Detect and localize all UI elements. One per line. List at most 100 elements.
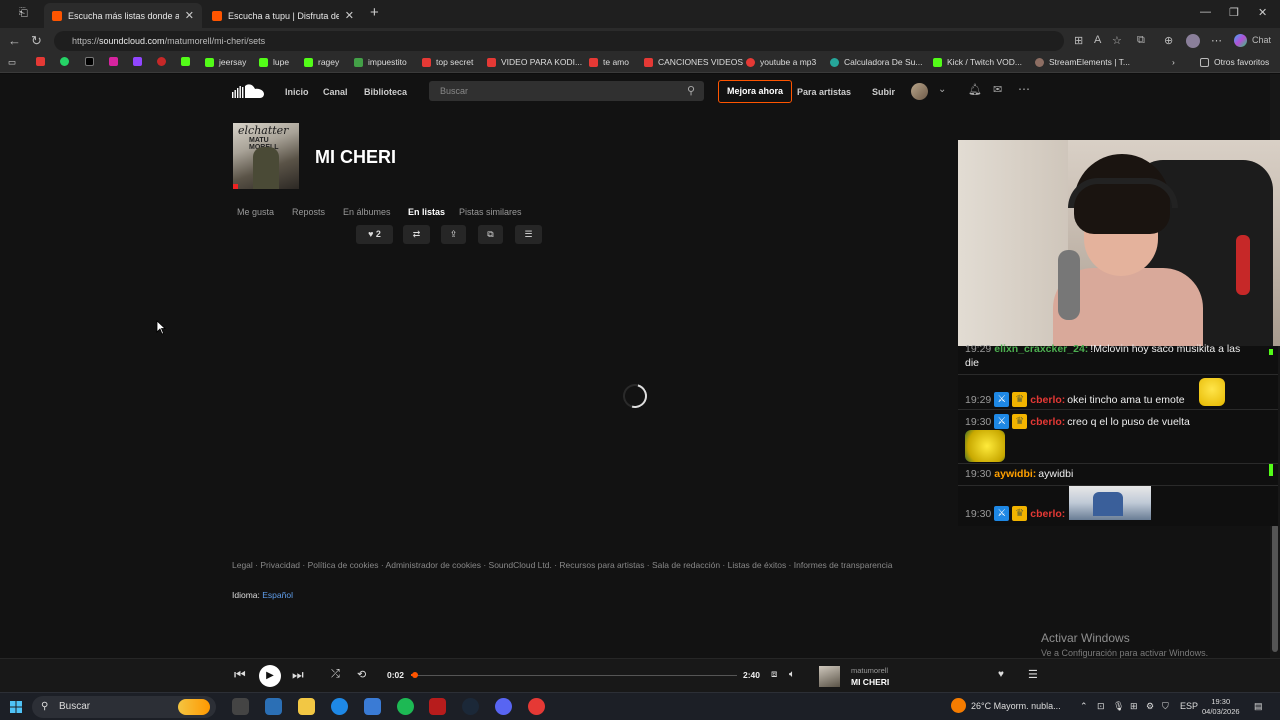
- tab-reposts[interactable]: Reposts: [292, 207, 325, 217]
- reload-icon[interactable]: ↻: [31, 33, 42, 49]
- bookmark-other-favorites[interactable]: Otros favoritos: [1200, 57, 1269, 67]
- repeat-icon[interactable]: ⟲: [357, 668, 366, 681]
- taskbar-search-box[interactable]: ⚲ Buscar: [32, 696, 216, 718]
- search-icon[interactable]: ⚲: [687, 81, 695, 101]
- shuffle-icon[interactable]: ⤮: [331, 668, 340, 681]
- nav-for-artists[interactable]: Para artistas: [797, 87, 851, 97]
- address-bar[interactable]: https://soundcloud.com/matumorell/mi-che…: [54, 31, 1064, 51]
- copilot-icon[interactable]: [1234, 34, 1247, 47]
- bookmark-sidebar-icon[interactable]: ▭: [8, 57, 16, 68]
- player-like-icon[interactable]: ♥: [998, 669, 1004, 680]
- copy-link-button[interactable]: ⧉: [478, 225, 503, 244]
- next-track-icon[interactable]: ⏭: [292, 667, 304, 683]
- notifications-bell-icon[interactable]: 🔔︎: [968, 83, 982, 96]
- bookmark-canciones-videos[interactable]: CANCIONES VIDEOS: [644, 57, 743, 67]
- repost-button[interactable]: ⇄: [403, 225, 430, 244]
- game-app-icon[interactable]: [429, 698, 446, 715]
- bookmark-calculadora[interactable]: Calculadora De Su...: [830, 57, 922, 67]
- player-artwork[interactable]: [819, 666, 840, 687]
- bookmark-youtube[interactable]: [36, 57, 50, 66]
- microphone-icon[interactable]: 🎙︎: [1113, 701, 1124, 712]
- bookmark-kick-twitch-vod[interactable]: Kick / Twitch VOD...: [933, 57, 1022, 67]
- language-value[interactable]: Español: [262, 590, 293, 600]
- user-avatar[interactable]: [911, 83, 928, 100]
- nav-library[interactable]: Biblioteca: [364, 87, 407, 97]
- weather-text[interactable]: 26°C Mayorm. nubla...: [971, 701, 1061, 711]
- previous-track-icon[interactable]: ⏮: [234, 667, 246, 683]
- tab-in-albums[interactable]: En álbumes: [343, 207, 391, 217]
- messages-mail-icon[interactable]: ✉: [993, 83, 1002, 96]
- tab-soundcloud-lists[interactable]: Escucha más listas donde aparece ✕: [44, 3, 202, 28]
- profile-avatar[interactable]: [1186, 34, 1200, 48]
- discord-icon[interactable]: [495, 698, 512, 715]
- tray-app-icon[interactable]: ⊡: [1097, 701, 1105, 712]
- tray-shield-icon[interactable]: ⛉: [1162, 701, 1169, 712]
- weather-icon[interactable]: [951, 698, 966, 713]
- player-title[interactable]: MI CHERI: [851, 677, 889, 687]
- task-view-icon[interactable]: [232, 698, 249, 715]
- close-tab-icon[interactable]: ✕: [345, 9, 354, 22]
- nav-feed[interactable]: Canal: [323, 87, 348, 97]
- bookmark-impuestito[interactable]: impuestito: [354, 57, 407, 67]
- nav-upload[interactable]: Subir: [872, 87, 895, 97]
- bookmark-whatsapp[interactable]: [60, 57, 74, 66]
- language-selector[interactable]: Idioma: Español: [232, 590, 293, 600]
- edge-app-icon[interactable]: [265, 698, 282, 715]
- file-explorer-icon[interactable]: [298, 698, 315, 715]
- bookmark-te-amo[interactable]: te amo: [589, 57, 629, 67]
- scrollbar-thumb[interactable]: [1272, 524, 1278, 652]
- collections-icon[interactable]: ⊕: [1164, 34, 1173, 47]
- bookmark-streamelements[interactable]: StreamElements | T...: [1035, 57, 1130, 67]
- tray-settings-icon[interactable]: ⚙: [1146, 701, 1154, 712]
- tab-in-playlists[interactable]: En listas: [408, 207, 445, 217]
- windows-start-icon[interactable]: [10, 701, 22, 713]
- bookmark-ragey[interactable]: ragey: [304, 57, 339, 67]
- footer-links[interactable]: Legal · Privacidad · Política de cookies…: [232, 560, 893, 570]
- bookmark-lupe[interactable]: lupe: [259, 57, 289, 67]
- tab-likes[interactable]: Me gusta: [237, 207, 274, 217]
- bookmark-youtube-mp3[interactable]: youtube a mp3: [746, 57, 816, 67]
- soundcloud-logo-icon[interactable]: [232, 83, 265, 100]
- extensions-icon[interactable]: ⧉: [1137, 34, 1145, 47]
- next-up-queue-icon[interactable]: ☰: [1028, 668, 1038, 681]
- like-button[interactable]: ♥ 2: [356, 225, 393, 244]
- track-artwork[interactable]: elchatter MATU MORELL: [233, 123, 299, 189]
- minimize-icon[interactable]: —: [1200, 6, 1211, 18]
- read-aloud-icon[interactable]: A: [1094, 34, 1101, 46]
- cast-icon[interactable]: ⧈: [771, 669, 777, 680]
- more-menu-icon[interactable]: ⋯: [1211, 34, 1222, 47]
- bookmark-twitch[interactable]: [133, 57, 147, 66]
- steam-icon[interactable]: [462, 698, 479, 715]
- share-button[interactable]: ⇪: [441, 225, 466, 244]
- favorite-star-icon[interactable]: ☆: [1112, 34, 1122, 47]
- app-available-icon[interactable]: ⊞: [1074, 34, 1083, 47]
- taskbar-clock[interactable]: 19:30 04/03/2026: [1202, 697, 1240, 717]
- close-tab-icon[interactable]: ✕: [185, 9, 194, 22]
- tray-network-app-icon[interactable]: ⊞: [1130, 701, 1138, 712]
- obs-app-icon[interactable]: [528, 698, 545, 715]
- bookmarks-overflow-icon[interactable]: ›: [1172, 57, 1175, 67]
- bookmark-pinterest[interactable]: [157, 57, 171, 66]
- bookmark-instagram[interactable]: [109, 57, 123, 66]
- play-button[interactable]: ▶: [259, 665, 281, 687]
- chat-button[interactable]: Chat: [1252, 35, 1271, 45]
- add-to-next-up-button[interactable]: ☰: [515, 225, 542, 244]
- bookmark-video-kodi[interactable]: VIDEO PARA KODI...: [487, 57, 582, 67]
- spotify-icon[interactable]: [397, 698, 414, 715]
- tray-overflow-icon[interactable]: ⌃: [1080, 701, 1088, 712]
- player-artist[interactable]: matumorell: [851, 666, 888, 675]
- progress-track[interactable]: [411, 672, 737, 678]
- search-input[interactable]: Buscar ⚲: [429, 81, 704, 101]
- tab-soundcloud-tupu[interactable]: Escucha a tupu | Disfruta de la list ✕: [204, 3, 362, 28]
- edge-browser-icon[interactable]: [331, 698, 348, 715]
- edge-beta-icon[interactable]: [364, 698, 381, 715]
- bookmark-kick[interactable]: [181, 57, 195, 66]
- restore-icon[interactable]: ❐: [1229, 6, 1239, 19]
- bookmark-top-secret[interactable]: top secret: [422, 57, 473, 67]
- volume-icon[interactable]: 🔈︎: [789, 669, 795, 680]
- nav-home[interactable]: Inicio: [285, 87, 309, 97]
- progress-handle[interactable]: [412, 672, 419, 678]
- close-window-icon[interactable]: ✕: [1258, 6, 1267, 19]
- upgrade-button[interactable]: Mejora ahora: [718, 80, 792, 103]
- back-icon[interactable]: ←: [8, 33, 21, 48]
